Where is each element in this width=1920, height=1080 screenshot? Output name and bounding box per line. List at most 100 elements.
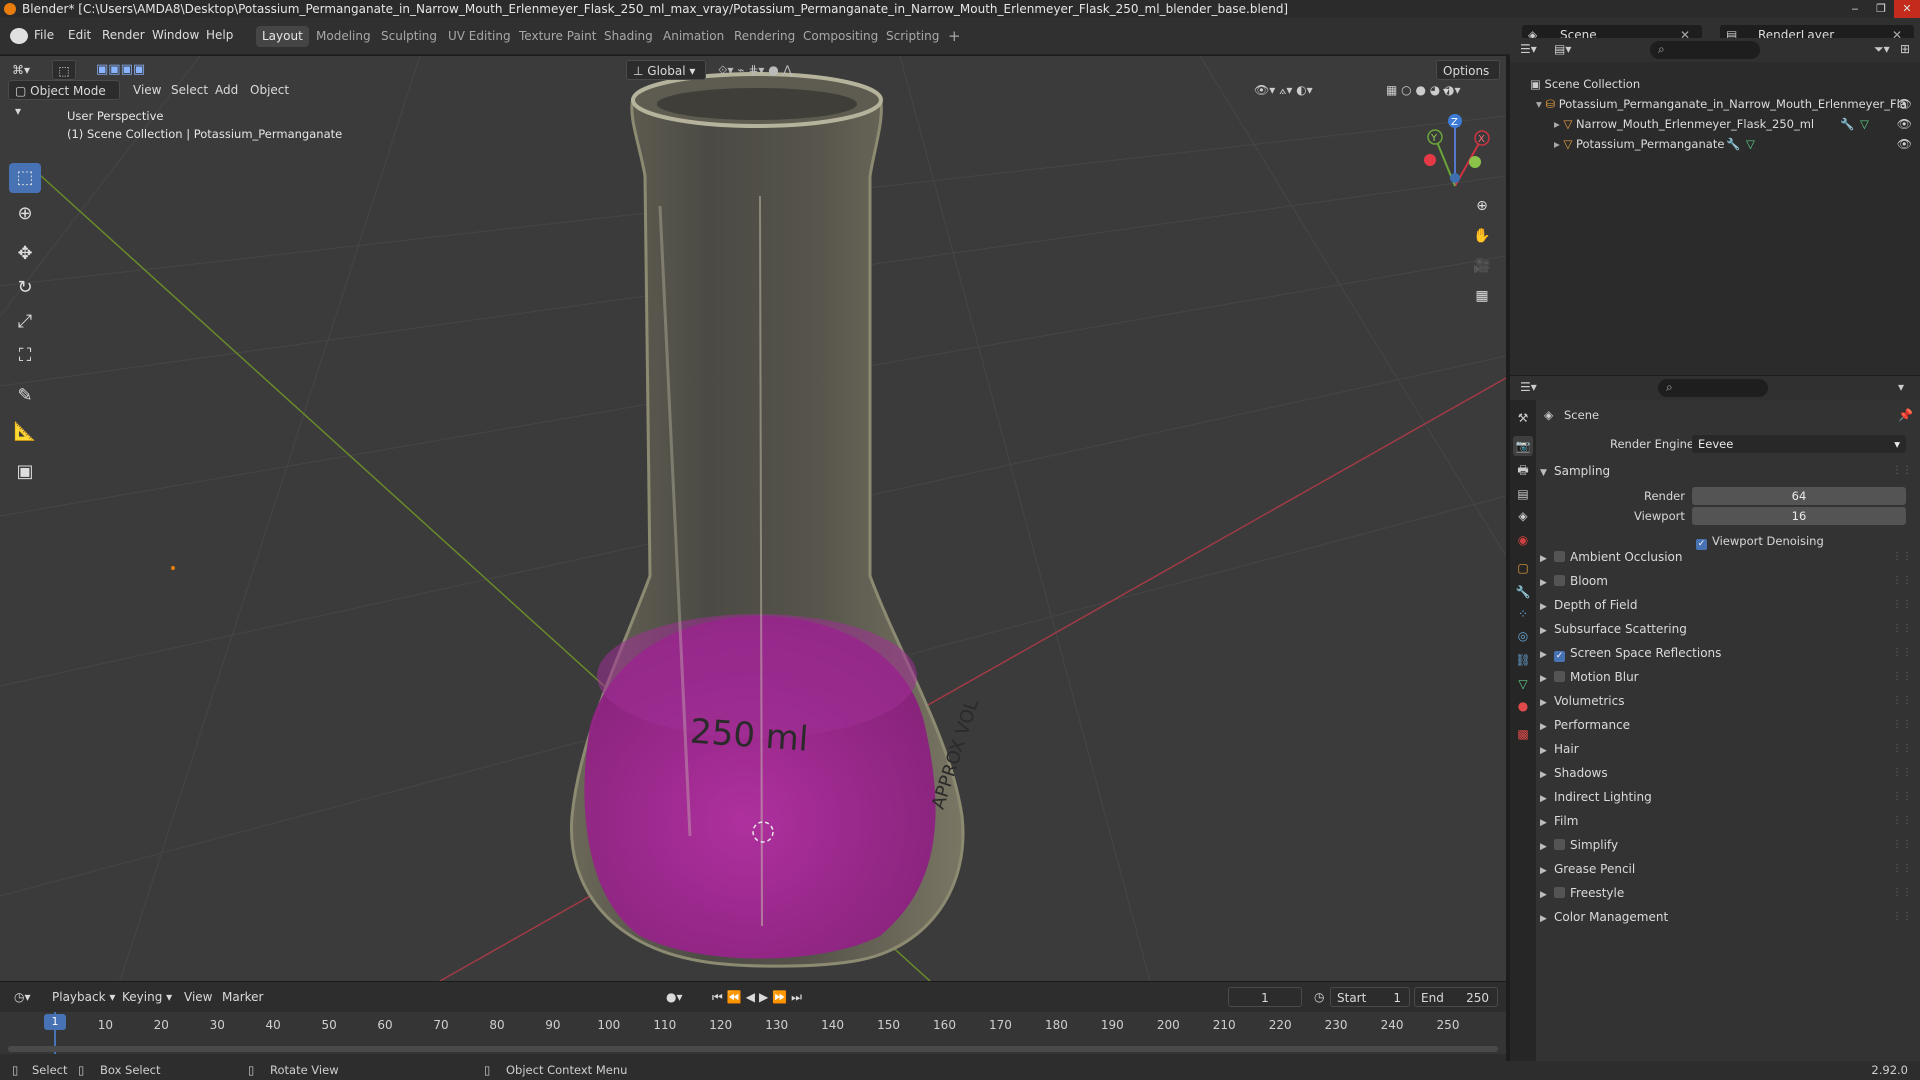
outliner-search-input[interactable]: ⌕ bbox=[1650, 41, 1760, 59]
physics-tab-icon[interactable]: ◎ bbox=[1513, 626, 1533, 646]
output-tab-icon[interactable]: 🖶 bbox=[1513, 460, 1533, 480]
drag-grip-icon[interactable]: ⋮⋮ bbox=[1892, 618, 1912, 640]
section-indirect-lighting[interactable]: ▶ Indirect Lighting ⋮⋮ bbox=[1540, 786, 1916, 808]
section-volumetrics[interactable]: ▶ Volumetrics ⋮⋮ bbox=[1540, 690, 1916, 712]
close-button[interactable]: ✕ bbox=[1894, 0, 1920, 18]
modifier-wrench-icon[interactable]: 🔧 bbox=[1840, 114, 1854, 134]
3d-viewport[interactable]: 250 ml APPROX VOL Z X Y ⌘▾ ⬚ ▣▣▣▣ ⊥ Glob… bbox=[0, 56, 1506, 981]
outliner-editor-type-icon[interactable]: ☰▾ bbox=[1520, 42, 1537, 56]
drag-grip-icon[interactable]: ⋮⋮ bbox=[1892, 882, 1912, 904]
tab-modeling[interactable]: Modeling bbox=[310, 26, 377, 47]
timeline-ruler[interactable]: 10 20 30 40 50 60 70 80 90 100 110 120 130 140 150 160 1… bbox=[0, 1012, 1506, 1054]
add-workspace-button[interactable]: + bbox=[942, 26, 967, 47]
zoom-icon[interactable]: ⊕ bbox=[1470, 194, 1494, 218]
timeline-scrollbar[interactable] bbox=[8, 1046, 1498, 1052]
menu-timeline-view[interactable]: View bbox=[178, 987, 218, 1007]
checkbox-icon[interactable] bbox=[1554, 551, 1565, 562]
tab-animation[interactable]: Animation bbox=[657, 26, 730, 47]
rotate-tool-icon[interactable]: ↻ bbox=[9, 273, 41, 303]
section-simplify[interactable]: ▶ Simplify ⋮⋮ bbox=[1540, 834, 1916, 856]
scale-tool-icon[interactable]: ⤢ bbox=[9, 307, 41, 337]
blender-menu-icon[interactable] bbox=[10, 28, 28, 44]
menu-add[interactable]: Add bbox=[209, 80, 244, 100]
section-screen-space-reflections[interactable]: ▶ ✓ Screen Space Reflections ⋮⋮ bbox=[1540, 642, 1916, 664]
section-performance[interactable]: ▶ Performance ⋮⋮ bbox=[1540, 714, 1916, 736]
section-hair[interactable]: ▶ Hair ⋮⋮ bbox=[1540, 738, 1916, 760]
menu-render[interactable]: Render bbox=[102, 28, 145, 42]
tab-shading[interactable]: Shading bbox=[598, 26, 659, 47]
object-tab-icon[interactable]: ▢ bbox=[1513, 558, 1533, 578]
render-engine-dropdown[interactable]: Eevee ▾ bbox=[1692, 435, 1906, 453]
current-frame-field[interactable]: 1 bbox=[1228, 987, 1302, 1007]
measure-tool-icon[interactable]: 📐 bbox=[9, 417, 41, 447]
tab-sculpting[interactable]: Sculpting bbox=[375, 26, 443, 47]
checkbox-icon[interactable] bbox=[1554, 839, 1565, 850]
pin-icon[interactable]: 📌 bbox=[1898, 408, 1913, 422]
drag-grip-icon[interactable]: ⋮⋮ bbox=[1892, 714, 1912, 736]
menu-help[interactable]: Help bbox=[206, 28, 233, 42]
section-shadows[interactable]: ▶ Shadows ⋮⋮ bbox=[1540, 762, 1916, 784]
drag-grip-icon[interactable]: ⋮⋮ bbox=[1892, 546, 1912, 568]
tab-rendering[interactable]: Rendering bbox=[728, 26, 801, 47]
texture-tab-icon[interactable]: ▩ bbox=[1513, 724, 1533, 744]
section-film[interactable]: ▶ Film ⋮⋮ bbox=[1540, 810, 1916, 832]
navigation-gizmo[interactable]: Z X Y bbox=[1424, 114, 1490, 187]
move-tool-icon[interactable]: ✥ bbox=[9, 239, 41, 269]
timeline-editor-type-icon[interactable]: ◷▾ bbox=[8, 987, 37, 1007]
tab-layout[interactable]: Layout bbox=[256, 26, 309, 47]
tool-tab-icon[interactable]: ⚒ bbox=[1513, 408, 1533, 428]
render-tab-icon[interactable]: 📷 bbox=[1513, 436, 1533, 456]
checkbox-icon[interactable] bbox=[1554, 671, 1565, 682]
mode-dropdown[interactable]: ▢ Object Mode ▾ bbox=[8, 80, 120, 118]
drag-grip-icon[interactable]: ⋮⋮ bbox=[1892, 460, 1912, 482]
tab-scripting[interactable]: Scripting bbox=[880, 26, 945, 47]
drag-grip-icon[interactable]: ⋮⋮ bbox=[1892, 666, 1912, 688]
new-collection-icon[interactable]: ⊞ bbox=[1900, 42, 1910, 56]
visibility-overlay-icons[interactable]: 👁▾ ⟑▾ ◐▾ bbox=[1248, 80, 1319, 100]
section-sampling[interactable]: ▼ Sampling ⋮⋮ bbox=[1540, 460, 1916, 482]
visibility-eye-icon[interactable]: 👁 bbox=[1897, 114, 1912, 134]
section-subsurface-scattering[interactable]: ▶ Subsurface Scattering ⋮⋮ bbox=[1540, 618, 1916, 640]
section-color-management[interactable]: ▶ Color Management ⋮⋮ bbox=[1540, 906, 1916, 928]
section-motion-blur[interactable]: ▶ Motion Blur ⋮⋮ bbox=[1540, 666, 1916, 688]
maximize-button[interactable]: ❐ bbox=[1868, 0, 1894, 18]
pan-hand-icon[interactable]: ✋ bbox=[1470, 224, 1494, 248]
outliner-row-scene-collection[interactable]: ▣ Scene Collection bbox=[1530, 74, 1640, 94]
shading-mode-icons[interactable]: ▦ ○ ● ◕ ◑▾ bbox=[1380, 80, 1467, 100]
modifier-wrench-icon[interactable]: 🔧 bbox=[1726, 134, 1740, 154]
tab-uv-editing[interactable]: UV Editing bbox=[442, 26, 517, 47]
menu-edit[interactable]: Edit bbox=[68, 28, 91, 42]
menu-select[interactable]: Select bbox=[165, 80, 214, 100]
section-ambient-occlusion[interactable]: ▶ Ambient Occlusion ⋮⋮ bbox=[1540, 546, 1916, 568]
visibility-eye-icon[interactable]: 👁 bbox=[1897, 134, 1912, 154]
data-tab-icon[interactable]: ▽ bbox=[1513, 674, 1533, 694]
properties-options-icon[interactable]: ▾ bbox=[1898, 380, 1904, 394]
minimize-button[interactable]: ‒ bbox=[1842, 0, 1868, 18]
section-depth-of-field[interactable]: ▶ Depth of Field ⋮⋮ bbox=[1540, 594, 1916, 616]
mesh-data-icon[interactable]: ▽ bbox=[1746, 134, 1755, 154]
section-bloom[interactable]: ▶ Bloom ⋮⋮ bbox=[1540, 570, 1916, 592]
section-freestyle[interactable]: ▶ Freestyle ⋮⋮ bbox=[1540, 882, 1916, 904]
drag-grip-icon[interactable]: ⋮⋮ bbox=[1892, 834, 1912, 856]
select-box-tool-icon[interactable]: ⬚ bbox=[9, 163, 41, 193]
annotate-tool-icon[interactable]: ✎ bbox=[9, 381, 41, 411]
menu-object[interactable]: Object bbox=[244, 80, 295, 100]
drag-grip-icon[interactable]: ⋮⋮ bbox=[1892, 786, 1912, 808]
editor-type-button[interactable]: ⌘▾ bbox=[6, 60, 36, 80]
start-frame-field[interactable]: Start 1 bbox=[1330, 987, 1410, 1007]
camera-icon[interactable]: 🎥 bbox=[1470, 254, 1494, 278]
playhead-frame-label[interactable]: 1 bbox=[44, 1014, 66, 1030]
sampling-viewport-field[interactable]: 16 bbox=[1692, 507, 1906, 525]
transform-orientation-dropdown[interactable]: ⊥ Global ▾ bbox=[626, 60, 706, 80]
drag-grip-icon[interactable]: ⋮⋮ bbox=[1892, 810, 1912, 832]
display-mode-icon[interactable]: ▤▾ bbox=[1554, 42, 1571, 56]
transform-tool-icon[interactable]: ⛶ bbox=[9, 341, 41, 371]
sampling-render-field[interactable]: 64 bbox=[1692, 487, 1906, 505]
drag-grip-icon[interactable]: ⋮⋮ bbox=[1892, 642, 1912, 664]
tab-compositing[interactable]: Compositing bbox=[797, 26, 884, 47]
checkbox-icon[interactable] bbox=[1554, 887, 1565, 898]
options-dropdown[interactable]: Options ▾ bbox=[1436, 60, 1500, 98]
tab-texture-paint[interactable]: Texture Paint bbox=[513, 26, 602, 47]
record-button[interactable]: ●▾ bbox=[660, 987, 689, 1007]
cursor-tool-icon[interactable]: ⊕ bbox=[9, 199, 41, 229]
